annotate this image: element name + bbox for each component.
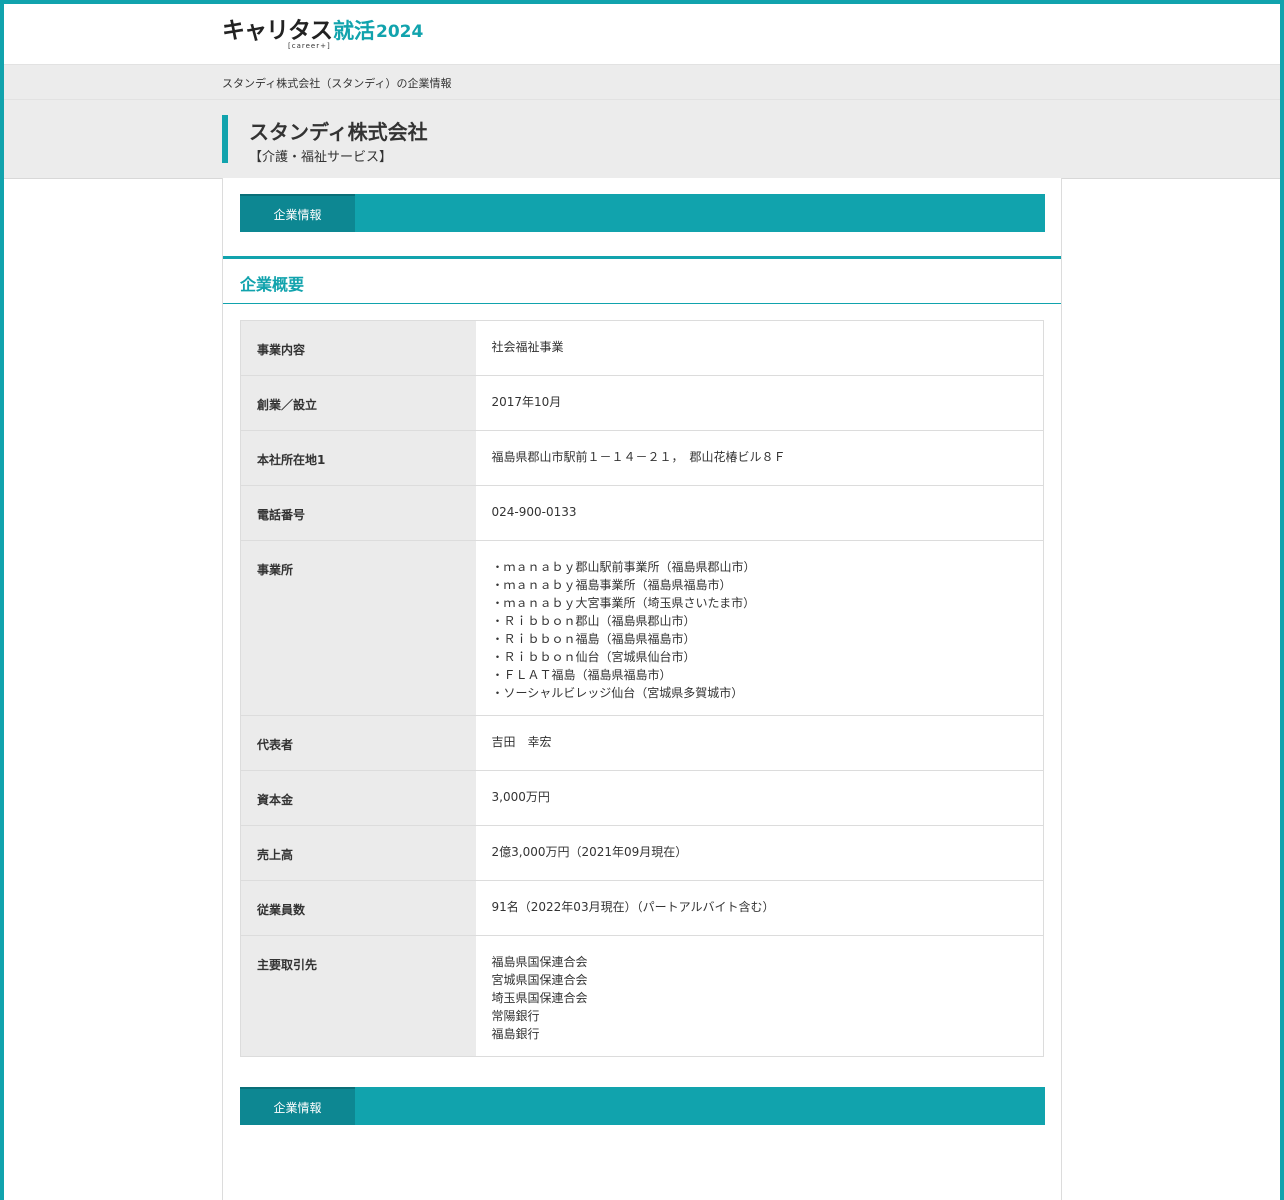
row-value: 社会福祉事業 [475, 320, 1044, 376]
logo-accent-text: 就活 [333, 19, 375, 43]
company-industry: 【介護・福祉サービス】 [249, 150, 393, 165]
list-item: ・ｍａｎａｂｙ大宮事業所（埼玉県さいたま市） [491, 596, 756, 610]
table-row: 電話番号 024-900-0133 [240, 485, 1044, 541]
title-accent-bar [222, 115, 228, 163]
site-logo[interactable]: キャリタス [career+] 就活 2024 [222, 18, 424, 50]
row-label: 代表者 [240, 715, 476, 771]
row-value: 福島県郡山市駅前１－１４－２１， 郡山花椿ビル８Ｆ [475, 430, 1044, 486]
section-header: 企業概要 [223, 256, 1061, 304]
row-value-list: 福島県国保連合会 宮城県国保連合会 埼玉県国保連合会 常陽銀行 福島銀行 [475, 935, 1044, 1057]
row-value-list: ・ｍａｎａｂｙ郡山駅前事業所（福島県郡山市） ・ｍａｎａｂｙ福島事業所（福島県福… [475, 540, 1044, 716]
list-item: 埼玉県国保連合会 [491, 991, 588, 1005]
row-value: 2億3,000万円（2021年09月現在） [475, 825, 1044, 881]
tab-bar-top: 企業情報 [240, 194, 1045, 232]
table-row: 主要取引先 福島県国保連合会 宮城県国保連合会 埼玉県国保連合会 常陽銀行 福島… [240, 935, 1044, 1057]
table-row: 代表者 吉田 幸宏 [240, 715, 1044, 771]
row-label: 事業所 [240, 540, 476, 716]
table-row: 事業内容 社会福祉事業 [240, 320, 1044, 376]
list-item: 常陽銀行 [491, 1009, 540, 1023]
tab-company-info[interactable]: 企業情報 [240, 194, 355, 232]
table-row: 本社所在地1 福島県郡山市駅前１－１４－２１， 郡山花椿ビル８Ｆ [240, 430, 1044, 486]
row-value: 2017年10月 [475, 375, 1044, 431]
table-row: 創業／設立 2017年10月 [240, 375, 1044, 431]
row-label: 事業内容 [240, 320, 476, 376]
row-label: 資本金 [240, 770, 476, 826]
breadcrumb: スタンディ株式会社（スタンディ）の企業情報 [222, 77, 452, 90]
logo-year-text: 2024 [376, 22, 424, 42]
row-value: 3,000万円 [475, 770, 1044, 826]
table-row: 資本金 3,000万円 [240, 770, 1044, 826]
company-title-bar: スタンディ株式会社 【介護・福祉サービス】 [4, 100, 1280, 179]
site-header: キャリタス [career+] 就活 2024 [4, 4, 1280, 64]
logo-main-text: キャリタス [222, 18, 333, 44]
list-item: ・ｍａｎａｂｙ福島事業所（福島県福島市） [491, 578, 732, 592]
list-item: ・ＦＬＡＴ福島（福島県福島市） [491, 668, 672, 682]
row-value: 024-900-0133 [475, 485, 1044, 541]
company-name: スタンディ株式会社 [249, 120, 428, 144]
row-label: 電話番号 [240, 485, 476, 541]
table-row: 売上高 2億3,000万円（2021年09月現在） [240, 825, 1044, 881]
breadcrumb-bar: スタンディ株式会社（スタンディ）の企業情報 [4, 64, 1280, 100]
section-title: 企業概要 [240, 275, 305, 294]
table-row: 事業所 ・ｍａｎａｂｙ郡山駅前事業所（福島県郡山市） ・ｍａｎａｂｙ福島事業所（… [240, 540, 1044, 716]
list-item: ・Ｒｉｂｂｏｎ郡山（福島県郡山市） [491, 614, 696, 628]
table-row: 従業員数 91名（2022年03月現在）（パートアルバイト含む） [240, 880, 1044, 936]
row-value: 91名（2022年03月現在）（パートアルバイト含む） [475, 880, 1044, 936]
list-item: 福島銀行 [491, 1027, 540, 1041]
tab-company-info-bottom[interactable]: 企業情報 [240, 1087, 355, 1125]
list-item: ・ソーシャルビレッジ仙台（宮城県多賀城市） [491, 686, 744, 700]
list-item: 宮城県国保連合会 [491, 973, 588, 987]
list-item: 福島県国保連合会 [491, 955, 588, 969]
tab-bar-bottom: 企業情報 [240, 1087, 1045, 1125]
row-label: 創業／設立 [240, 375, 476, 431]
row-label: 本社所在地1 [240, 430, 476, 486]
logo-sub-text: [career+] [288, 42, 331, 50]
row-label: 主要取引先 [240, 935, 476, 1057]
list-item: ・Ｒｉｂｂｏｎ仙台（宮城県仙台市） [491, 650, 696, 664]
list-item: ・Ｒｉｂｂｏｎ福島（福島県福島市） [491, 632, 696, 646]
row-label: 売上高 [240, 825, 476, 881]
main-content: 企業情報 企業概要 事業内容 社会福祉事業 創業／設立 2017年10月 本社所… [222, 178, 1062, 1200]
row-label: 従業員数 [240, 880, 476, 936]
list-item: ・ｍａｎａｂｙ郡山駅前事業所（福島県郡山市） [491, 560, 756, 574]
row-value: 吉田 幸宏 [475, 715, 1044, 771]
company-overview-table: 事業内容 社会福祉事業 創業／設立 2017年10月 本社所在地1 福島県郡山市… [240, 320, 1044, 1057]
